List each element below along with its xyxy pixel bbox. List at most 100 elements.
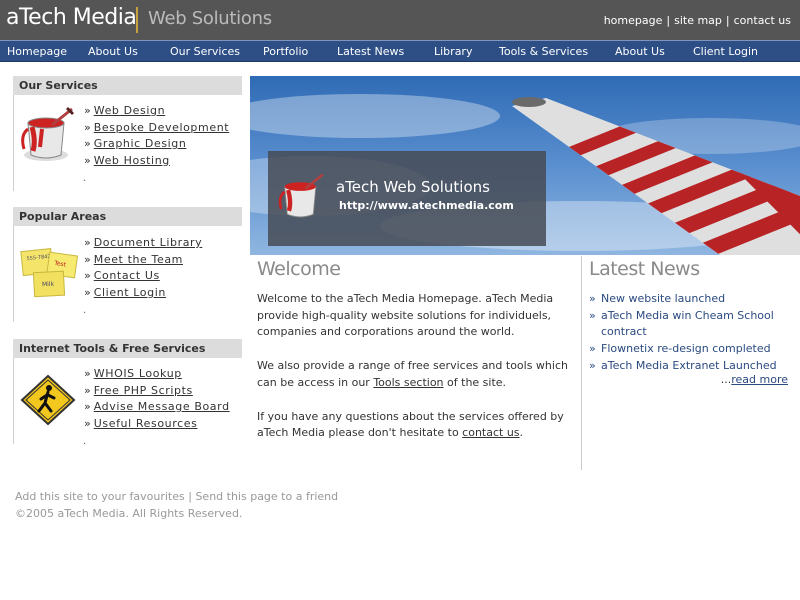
tools-box: Internet Tools & Free Services » WHOIS Lo… bbox=[13, 339, 242, 447]
news-item[interactable]: » aTech Media win Cheam School contract bbox=[589, 308, 794, 341]
banner-caption-panel: aTech Web Solutions http://www.atechmedi… bbox=[268, 151, 546, 246]
arrow: » bbox=[84, 416, 91, 430]
arrow: » bbox=[84, 236, 91, 249]
arrow: » bbox=[84, 383, 91, 397]
logo-text: aTech Media bbox=[6, 5, 137, 30]
nav-library[interactable]: Library bbox=[434, 45, 472, 58]
footer: Add this site to your favourites | Send … bbox=[15, 488, 338, 522]
column-divider bbox=[581, 256, 582, 470]
arrow: » bbox=[84, 367, 91, 380]
top-links: homepage | site map | contact us bbox=[604, 14, 791, 27]
tools-paragraph: We also provide a range of free services… bbox=[257, 358, 575, 391]
hero-banner: aTech Web Solutions http://www.atechmedi… bbox=[250, 76, 800, 255]
arrow: » bbox=[589, 292, 596, 305]
welcome-paragraph: Welcome to the aTech Media Homepage. aTe… bbox=[257, 292, 554, 339]
homepage-link[interactable]: homepage bbox=[604, 14, 663, 27]
news-section: Latest News » New website launched » aTech… bbox=[589, 258, 794, 386]
link-advise-message-board[interactable]: Advise Message Board bbox=[94, 400, 230, 413]
arrow: » bbox=[84, 269, 91, 283]
link-useful-resources[interactable]: Useful Resources bbox=[94, 417, 198, 430]
add-favourites-link[interactable]: Add this site to your favourites bbox=[15, 490, 185, 503]
news-item-text: Flownetix re-design completed bbox=[601, 342, 771, 356]
services-body: » Web Design » Bespoke Development » Graphi… bbox=[13, 95, 242, 191]
contact-paragraph: If you have any questions about the serv… bbox=[257, 409, 575, 442]
dot: . bbox=[83, 173, 87, 184]
list-item: » Web Hosting bbox=[84, 154, 229, 171]
separator: | bbox=[666, 14, 671, 27]
link-whois-lookup[interactable]: WHOIS Lookup bbox=[94, 367, 182, 380]
paint-bucket-icon bbox=[276, 171, 328, 226]
list-item: » WHOIS Lookup bbox=[84, 367, 230, 384]
news-item-text: aTech Media win Cheam School contract bbox=[601, 308, 774, 339]
read-more-link[interactable]: read more bbox=[731, 373, 788, 386]
dot: . bbox=[83, 436, 87, 447]
list-item: » Useful Resources bbox=[84, 417, 230, 434]
text: . bbox=[519, 426, 524, 440]
services-list: » Web Design » Bespoke Development » Graphi… bbox=[84, 104, 229, 170]
nav-tools-services[interactable]: Tools & Services bbox=[499, 45, 588, 58]
nav-about-us[interactable]: About Us bbox=[88, 45, 138, 58]
tools-list: » WHOIS Lookup » Free PHP Scripts » Advise … bbox=[84, 367, 230, 433]
list-item: » Advise Message Board bbox=[84, 400, 230, 417]
nav-about-us-2[interactable]: About Us bbox=[615, 45, 665, 58]
dot: . bbox=[83, 305, 87, 316]
site-map-link[interactable]: site map bbox=[674, 14, 722, 27]
separator: | bbox=[725, 14, 730, 27]
news-item-text: New website launched bbox=[601, 292, 726, 305]
nav-portfolio[interactable]: Portfolio bbox=[263, 45, 308, 58]
arrow: » bbox=[589, 342, 596, 356]
popular-body: 555-7842 Test Milk » Document Library » Me… bbox=[13, 226, 242, 322]
logo-subtitle: Web Solutions bbox=[148, 8, 272, 29]
arrow: » bbox=[84, 252, 91, 266]
nav-our-services[interactable]: Our Services bbox=[170, 45, 240, 58]
list-item: » Document Library bbox=[84, 236, 202, 253]
link-contact-us[interactable]: Contact Us bbox=[94, 269, 160, 282]
link-web-hosting[interactable]: Web Hosting bbox=[94, 154, 170, 167]
separator: | bbox=[188, 490, 192, 503]
arrow: » bbox=[84, 400, 91, 414]
logo-divider bbox=[136, 7, 138, 33]
list-item: » Free PHP Scripts bbox=[84, 384, 230, 401]
news-list: » New website launched » aTech Media win C… bbox=[589, 291, 794, 375]
arrow: » bbox=[589, 308, 596, 322]
text: of the site. bbox=[443, 375, 507, 389]
banner-title: aTech Web Solutions bbox=[336, 178, 490, 196]
nav-homepage[interactable]: Homepage bbox=[7, 45, 67, 58]
pedestrian-sign-icon bbox=[18, 374, 78, 429]
header-bar: aTech Media Web Solutions homepage | site … bbox=[0, 0, 800, 40]
tools-heading: Internet Tools & Free Services bbox=[13, 339, 242, 358]
popular-box: Popular Areas 555-7842 Test Milk » Docume… bbox=[13, 207, 242, 322]
ellipsis: ... bbox=[720, 372, 732, 386]
nav-latest-news[interactable]: Latest News bbox=[337, 45, 404, 58]
arrow: » bbox=[84, 120, 91, 134]
tools-section-link[interactable]: Tools section bbox=[373, 376, 443, 389]
link-document-library[interactable]: Document Library bbox=[94, 236, 203, 249]
link-bespoke-development[interactable]: Bespoke Development bbox=[94, 121, 229, 134]
link-meet-the-team[interactable]: Meet the Team bbox=[94, 253, 183, 266]
footer-links: Add this site to your favourites | Send … bbox=[15, 488, 338, 505]
list-item: » Meet the Team bbox=[84, 253, 202, 270]
tools-body: » WHOIS Lookup » Free PHP Scripts » Advise … bbox=[13, 358, 242, 447]
news-item[interactable]: » Flownetix re-design completed bbox=[589, 341, 794, 358]
list-item: » Bespoke Development bbox=[84, 121, 229, 138]
note-text-3: Milk bbox=[42, 281, 55, 289]
paint-bucket-icon bbox=[18, 105, 78, 168]
link-client-login[interactable]: Client Login bbox=[94, 286, 166, 299]
nav-client-login[interactable]: Client Login bbox=[693, 45, 758, 58]
list-item: » Client Login bbox=[84, 286, 202, 303]
list-item: » Contact Us bbox=[84, 269, 202, 286]
services-heading: Our Services bbox=[13, 76, 242, 95]
contact-us-inline-link[interactable]: contact us bbox=[462, 426, 519, 439]
list-item: » Graphic Design bbox=[84, 137, 229, 154]
contact-us-link[interactable]: contact us bbox=[734, 14, 791, 27]
link-web-design[interactable]: Web Design bbox=[94, 104, 165, 117]
news-item[interactable]: » New website launched bbox=[589, 291, 794, 308]
main-nav: Homepage About Us Our Services Portfolio… bbox=[0, 40, 800, 62]
banner-url: http://www.atechmedia.com bbox=[339, 199, 514, 212]
popular-list: » Document Library » Meet the Team » Contac… bbox=[84, 236, 202, 302]
arrow: » bbox=[589, 358, 596, 372]
welcome-heading: Welcome bbox=[257, 258, 341, 280]
link-free-php-scripts[interactable]: Free PHP Scripts bbox=[94, 384, 193, 397]
send-to-friend-link[interactable]: Send this page to a friend bbox=[195, 490, 338, 503]
link-graphic-design[interactable]: Graphic Design bbox=[94, 137, 187, 150]
